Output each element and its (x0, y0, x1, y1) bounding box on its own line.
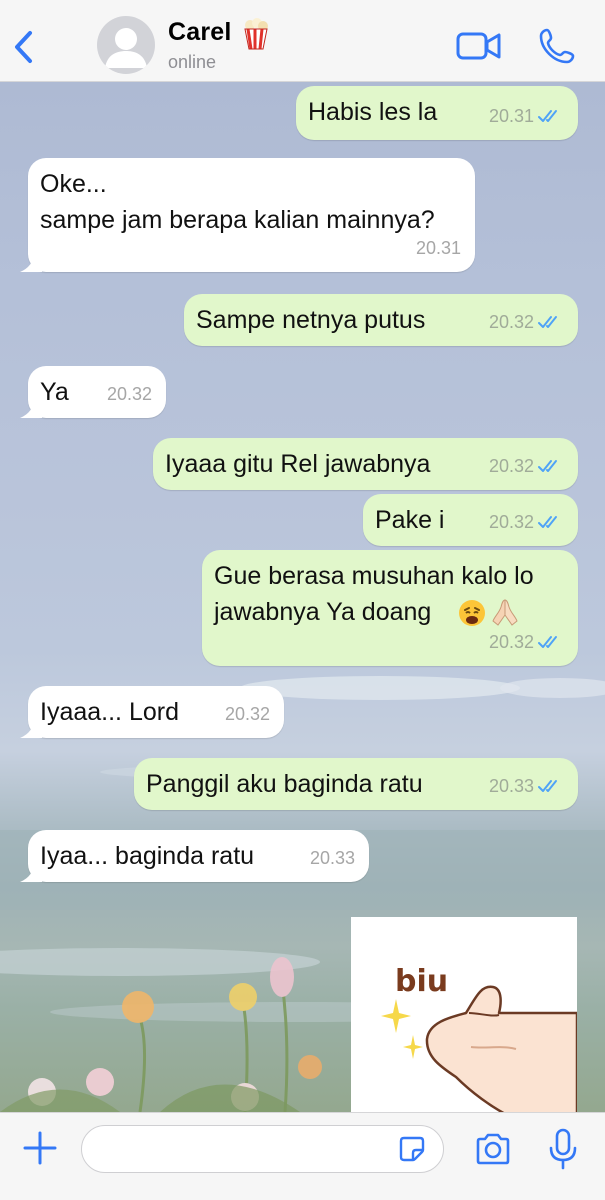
message-bubble-outgoing[interactable]: Sampe netnya putus 20.32 (184, 294, 578, 346)
bubble-tail (20, 252, 42, 272)
message-time: 20.32 (224, 704, 270, 724)
popcorn-icon (244, 18, 268, 50)
message-text-line-2: sampe jam berapa kalian mainnya? (40, 206, 435, 234)
message-text: Sampe netnya putus (196, 306, 426, 334)
bubble-tail (20, 862, 42, 882)
message-time: 20.32 (488, 632, 534, 652)
phone-icon[interactable] (538, 27, 576, 65)
bubble-tail (20, 398, 42, 418)
message-time: 20.32 (106, 384, 152, 404)
message-bubble-outgoing[interactable]: Panggil aku baginda ratu 20.33 (134, 758, 578, 810)
read-ticks-icon (538, 108, 564, 124)
message-bubble-incoming[interactable]: Ya 20.32 (20, 366, 166, 418)
read-ticks-icon (538, 778, 564, 794)
plus-icon[interactable] (22, 1130, 58, 1166)
message-text: Habis les la (308, 98, 438, 126)
message-bubble-incoming[interactable]: Iyaaa... Lord 20.32 (20, 686, 284, 738)
message-input[interactable] (81, 1125, 444, 1173)
message-time: 20.31 (488, 106, 534, 126)
message-text: Pake i (375, 506, 445, 534)
message-text-line-1: Gue berasa musuhan kalo lo (214, 562, 534, 590)
message-time: 20.32 (488, 456, 534, 476)
message-text: Ya (40, 378, 69, 406)
message-text: Iyaa... baginda ratu (40, 842, 255, 870)
weary-face-icon (459, 600, 485, 626)
camera-icon[interactable] (474, 1132, 512, 1166)
message-text: Iyaaa gitu Rel jawabnya (165, 450, 431, 478)
read-ticks-icon (538, 634, 564, 650)
message-input-bar (0, 1112, 605, 1200)
message-text: Iyaaa... Lord (40, 698, 179, 726)
message-bubble-incoming[interactable]: Oke... sampe jam berapa kalian mainnya? … (20, 158, 475, 272)
contact-status: online (168, 52, 217, 72)
chat-area[interactable]: Habis les la 20.31 Oke... sampe jam bera… (0, 82, 605, 1112)
message-text: Panggil aku baginda ratu (146, 770, 423, 798)
message-time: 20.32 (488, 512, 534, 532)
message-bubble-outgoing[interactable]: Iyaaa gitu Rel jawabnya 20.32 (153, 438, 578, 490)
pointing-hand-sticker-icon: biu (381, 964, 579, 1112)
video-call-icon[interactable] (456, 30, 502, 62)
avatar[interactable] (97, 16, 155, 74)
bubble-tail (20, 718, 42, 738)
message-text-line-2: jawabnya Ya doang (214, 598, 432, 626)
folded-hands-icon (492, 599, 518, 626)
message-time: 20.32 (488, 312, 534, 332)
microphone-icon[interactable] (547, 1128, 579, 1170)
read-ticks-icon (538, 514, 564, 530)
sticker-text: biu (395, 964, 448, 999)
read-ticks-icon (538, 314, 564, 330)
message-bubble-incoming[interactable]: Iyaa... baginda ratu 20.33 (20, 830, 369, 882)
message-time: 20.33 (488, 776, 534, 796)
contact-name[interactable]: Carel (168, 18, 232, 47)
message-bubble-outgoing[interactable]: Pake i 20.32 (363, 494, 578, 546)
message-bubble-outgoing[interactable]: Habis les la 20.31 (296, 86, 578, 140)
chevron-left-icon[interactable] (10, 27, 38, 67)
message-time: 20.31 (415, 238, 461, 258)
message-time: 20.33 (309, 848, 355, 868)
message-text-line-1: Oke... (40, 170, 107, 198)
default-avatar-icon (105, 28, 147, 68)
sticker-message[interactable]: biu (351, 917, 579, 1112)
chat-header: Carel online (0, 0, 605, 82)
message-bubble-outgoing[interactable]: Gue berasa musuhan kalo lo jawabnya Ya d… (202, 550, 578, 666)
sticker-icon[interactable] (399, 1136, 425, 1162)
read-ticks-icon (538, 458, 564, 474)
